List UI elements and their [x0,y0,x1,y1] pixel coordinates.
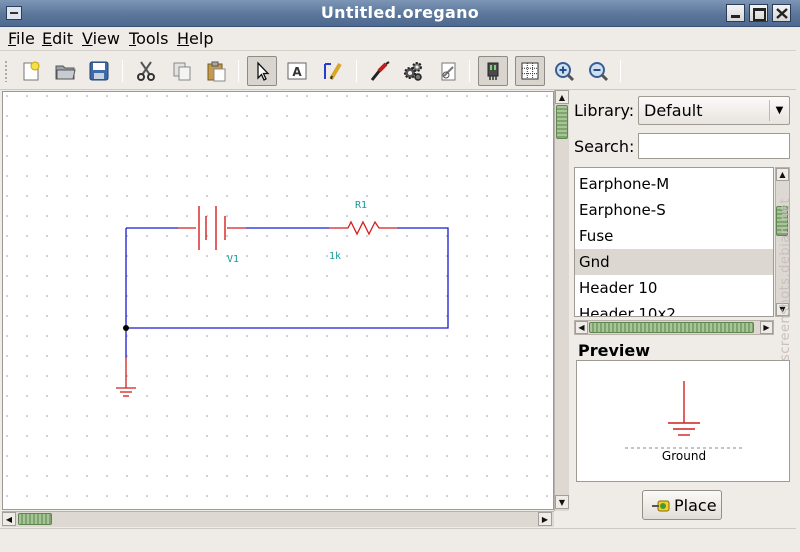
library-combobox[interactable]: Default ▼ [638,96,790,125]
place-icon [652,500,670,512]
zoom-in-icon [555,62,575,82]
toolbar-grip[interactable] [4,60,8,82]
part-browser-icon [487,62,499,80]
toolbar-separator [469,60,470,82]
open-button[interactable] [50,56,80,86]
title-bar: Untitled.oregano [0,0,800,27]
scroll-up-arrow-icon[interactable]: ▲ [555,90,569,104]
copy-icon [173,62,191,81]
parts-list-horizontal-scrollbar[interactable]: ◀ ▶ [574,320,774,335]
voltmeter-button[interactable] [365,56,395,86]
preview-box: Ground [576,360,790,482]
r1-label: R1 [355,200,367,211]
list-item[interactable]: Earphone-M [575,171,773,197]
library-selected: Default [644,101,703,120]
copy-button[interactable] [167,56,197,86]
text-tool-button[interactable]: A [282,56,312,86]
schematic-canvas[interactable]: V1 R1 1k [2,91,554,510]
list-item-selected[interactable]: Gnd [575,249,773,275]
scroll-right-arrow-icon[interactable]: ▶ [760,321,773,334]
watermark: screenshots.debian.net [778,198,793,362]
canvas-horizontal-scrollbar[interactable]: ◀ ▶ [2,511,554,527]
parts-list[interactable]: Earphone-M Earphone-S Fuse Gnd Header 10… [574,167,774,317]
wire-tool-button[interactable] [318,56,348,86]
wire-tool-icon [324,62,342,81]
v1-label: V1 [227,254,239,265]
list-item[interactable]: Earphone-S [575,197,773,223]
toolbar-separator [122,60,123,82]
menu-tools[interactable]: Tools [129,29,168,48]
list-item[interactable]: Header 10 [575,275,773,301]
grid-button[interactable] [515,56,545,86]
maximize-button[interactable] [749,4,768,22]
new-icon [23,61,40,81]
horizontal-scroll-thumb[interactable] [18,513,52,525]
simulate-gears-icon [404,62,422,81]
simulation-settings-icon [441,62,456,81]
toolbar-separator [238,60,239,82]
text-tool-icon: A [287,62,307,80]
list-item[interactable]: Header 10x2 [575,301,773,316]
select-tool-button[interactable] [247,56,277,86]
r1-value: 1k [329,251,341,262]
part-browser-button[interactable] [478,56,508,86]
junction-dot [123,325,129,331]
vertical-scroll-thumb[interactable] [556,105,568,139]
paste-button[interactable] [201,56,231,86]
select-arrow-icon [257,61,270,81]
svg-text:A: A [292,65,302,79]
zoom-in-button[interactable] [549,56,579,86]
scroll-down-arrow-icon[interactable]: ▼ [555,495,569,509]
toolbar: A [0,52,800,90]
window-title: Untitled.oregano [320,3,480,22]
cut-button[interactable] [131,56,161,86]
grid-icon [521,62,539,80]
zoom-out-button[interactable] [583,56,613,86]
simulation-settings-button[interactable] [433,56,463,86]
menu-file[interactable]: File [8,29,35,48]
place-button[interactable]: Place [642,490,722,520]
search-label: Search: [574,137,635,156]
list-item[interactable]: Fuse [575,223,773,249]
scroll-left-arrow-icon[interactable]: ◀ [575,321,588,334]
toolbar-separator [356,60,357,82]
scroll-left-arrow-icon[interactable]: ◀ [2,512,16,526]
open-icon [55,65,76,80]
save-icon [89,61,109,81]
library-label: Library: [574,101,635,120]
menu-help[interactable]: Help [177,29,213,48]
grid-dots [3,92,553,509]
menu-view[interactable]: View [82,29,120,48]
window-frame-right [796,27,800,552]
paste-icon [207,61,226,82]
close-icon [776,8,788,19]
place-button-label: Place [674,496,717,515]
preview-title: Preview [578,341,651,360]
voltmeter-probe-icon [370,61,390,81]
preview-caption: Ground [661,449,707,463]
search-input[interactable] [638,133,790,159]
canvas-vertical-scrollbar[interactable]: ▲ ▼ [554,90,569,511]
new-button[interactable] [16,56,46,86]
cut-icon [137,61,155,81]
toolbar-separator [620,60,621,82]
zoom-out-icon [589,62,609,82]
save-button[interactable] [84,56,114,86]
menu-edit[interactable]: Edit [42,29,73,48]
close-button[interactable] [772,4,791,22]
status-bar [0,528,800,552]
chevron-down-icon: ▼ [769,100,789,121]
minimize-button[interactable] [726,4,745,22]
menu-bar: File Edit View Tools Help [0,27,800,51]
simulate-button[interactable] [398,56,428,86]
parts-list-hscroll-thumb[interactable] [589,322,754,333]
ground-preview-icon [625,381,743,449]
scroll-right-arrow-icon[interactable]: ▶ [538,512,552,526]
schematic-drawing: V1 R1 1k [3,92,553,509]
